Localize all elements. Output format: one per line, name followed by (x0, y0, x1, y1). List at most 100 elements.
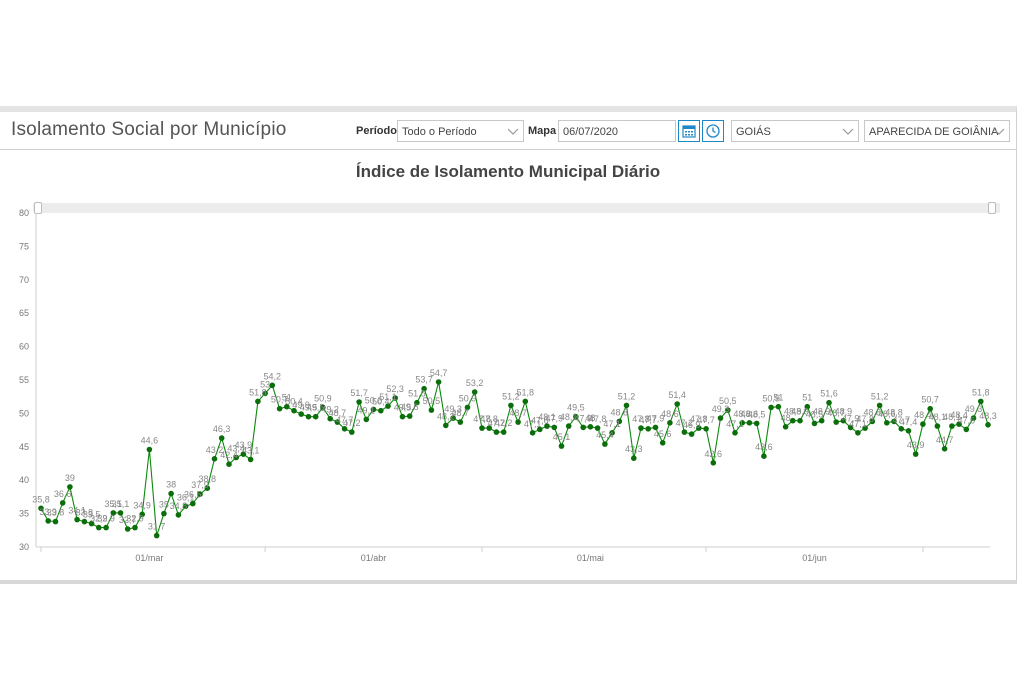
data-point (681, 429, 688, 435)
data-label: 51 (802, 393, 812, 403)
clock-icon (706, 124, 720, 138)
data-point (659, 440, 666, 446)
data-label: 33,8 (47, 508, 65, 518)
data-point (790, 417, 796, 424)
y-tick-label: 65 (19, 308, 29, 318)
y-tick-label: 45 (19, 442, 29, 452)
data-point (457, 419, 464, 425)
data-point (833, 419, 839, 425)
data-point (674, 401, 680, 407)
data-point (703, 426, 709, 432)
data-label: 38 (166, 480, 176, 490)
periodo-select[interactable]: Todo o Período (397, 120, 524, 142)
data-label: 51,2 (618, 391, 636, 401)
data-label: 44,6 (141, 436, 159, 446)
data-point (753, 420, 760, 427)
data-label: 39 (65, 473, 75, 483)
data-label: 49,1 (358, 405, 376, 415)
data-point (912, 451, 919, 457)
data-point (479, 425, 485, 431)
data-point (565, 423, 572, 429)
clock-button[interactable] (702, 120, 724, 142)
mapa-label: Mapa (528, 125, 557, 137)
mapa-date-value: 06/07/2020 (563, 126, 619, 138)
data-point (515, 419, 521, 425)
y-tick-label: 70 (19, 275, 29, 285)
data-point (898, 426, 905, 432)
data-label: 50,7 (921, 395, 939, 405)
data-point (45, 518, 51, 524)
data-point (782, 424, 789, 430)
data-label: 51,2 (871, 391, 889, 401)
calendar-button[interactable] (678, 120, 700, 142)
data-label: 35 (159, 500, 169, 510)
estado-select[interactable]: GOIÁS (731, 120, 859, 142)
data-label: 38,8 (199, 474, 217, 484)
data-label: 48,3 (979, 411, 997, 421)
data-point (710, 460, 717, 466)
data-point (443, 422, 449, 429)
data-point (631, 455, 637, 461)
x-tick-label: 01/jun (802, 553, 827, 563)
data-point (551, 424, 558, 431)
data-point (428, 407, 435, 413)
data-label: 47,1 (726, 419, 744, 429)
data-label: 51,4 (668, 390, 686, 400)
data-point (963, 426, 970, 433)
data-label: 34,8 (170, 501, 188, 511)
data-label: 32,9 (126, 514, 144, 524)
data-label: 36,5 (184, 490, 202, 500)
mapa-date-input[interactable]: 06/07/2020 (558, 120, 676, 142)
data-point (905, 428, 912, 434)
data-label: 50,5 (423, 396, 441, 406)
data-point (855, 430, 861, 436)
data-label: 47,7 (697, 415, 715, 425)
data-label: 51,8 (972, 387, 990, 397)
data-point (732, 430, 738, 436)
data-point (667, 420, 673, 426)
y-tick-label: 60 (19, 342, 29, 352)
data-label: 48,7 (452, 408, 470, 418)
data-label: 54,7 (430, 368, 448, 378)
data-point (638, 425, 644, 431)
y-tick-label: 35 (19, 509, 29, 519)
data-point (74, 516, 80, 523)
data-label: 43,6 (755, 442, 773, 452)
data-label: 46,3 (213, 424, 231, 434)
data-point (587, 424, 594, 430)
data-point (103, 524, 109, 531)
data-point (146, 446, 153, 453)
data-point (500, 429, 507, 435)
data-label: 49,6 (401, 402, 419, 412)
data-label: 48,8 (611, 407, 629, 417)
data-label: 36,6 (54, 489, 72, 499)
data-point (175, 512, 182, 518)
municipio-select[interactable]: APARECIDA DE GOIÂNIA (864, 120, 1010, 142)
data-point (211, 456, 218, 462)
data-label: 32,9 (97, 514, 115, 524)
data-label: 51 (773, 393, 783, 403)
data-point (941, 446, 948, 452)
data-label: 50,9 (459, 393, 477, 403)
calendar-icon (682, 125, 696, 138)
data-point (276, 405, 283, 412)
data-point (406, 413, 413, 419)
data-point (226, 461, 232, 468)
data-point (746, 420, 753, 426)
data-label: 51,6 (820, 389, 838, 399)
data-point (435, 379, 442, 385)
data-point (985, 422, 991, 428)
data-point (161, 510, 167, 517)
data-point (247, 456, 254, 463)
data-point (356, 399, 362, 405)
top-blank-area (0, 0, 1024, 106)
y-tick-label: 50 (19, 408, 29, 418)
data-point (218, 435, 225, 441)
data-point (269, 382, 276, 389)
data-point (312, 413, 319, 420)
y-tick-label: 40 (19, 475, 29, 485)
data-point (132, 524, 138, 531)
data-point (688, 431, 695, 437)
data-point (52, 518, 59, 525)
chart-title: Índice de Isolamento Municipal Diário (355, 162, 661, 181)
